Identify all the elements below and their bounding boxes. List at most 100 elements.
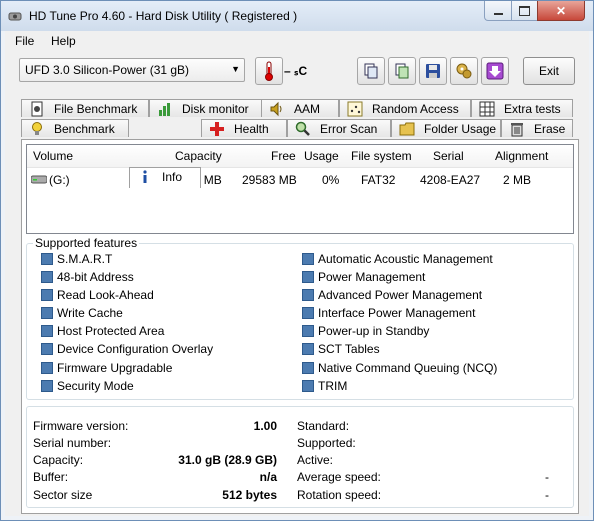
feature-check-icon	[302, 380, 314, 392]
feature-label: Automatic Acoustic Management	[318, 252, 493, 266]
capacity-value: 31.0 gB (28.9 GB)	[178, 453, 277, 467]
table-header: Volume Capacity Free Usage File system S…	[27, 145, 573, 168]
lightbulb-icon	[32, 122, 42, 135]
speaker-icon	[270, 101, 282, 117]
feature-check-icon	[302, 289, 314, 301]
average-speed-label: Average speed:	[297, 470, 381, 484]
copy-text-button[interactable]	[357, 57, 385, 85]
minimize-icon	[493, 12, 503, 15]
close-button[interactable]: ✕	[537, 1, 585, 21]
tab-benchmark[interactable]: Benchmark	[21, 119, 129, 137]
feature-label: Device Configuration Overlay	[57, 342, 214, 356]
cell-usage: 0%	[322, 173, 340, 187]
feature-check-icon	[41, 253, 53, 265]
feature-label: Interface Power Management	[318, 306, 476, 320]
tab-label: AAM	[294, 102, 321, 116]
temperature-readout: – ₛC	[284, 64, 308, 78]
trash-icon	[511, 123, 523, 137]
tab-label: Benchmark	[54, 122, 115, 136]
feature-label: Advanced Power Management	[318, 288, 483, 302]
feature-label: S.M.A.R.T	[57, 252, 113, 266]
tab-folder-usage[interactable]: Folder Usage	[391, 119, 501, 137]
save-button[interactable]	[419, 57, 447, 85]
tab-error-scan[interactable]: Error Scan	[287, 119, 391, 137]
copy-image-icon	[395, 63, 409, 79]
feature-label: 48-bit Address	[57, 270, 134, 284]
column-header-file-system[interactable]: File system	[351, 149, 412, 163]
feature-check-icon	[41, 380, 53, 392]
info-panel: Volume Capacity Free Usage File system S…	[21, 139, 579, 514]
close-icon: ✕	[555, 3, 567, 18]
column-header-free[interactable]: Free	[271, 149, 296, 163]
toolbar: UFD 3.0 Silicon-Power (31 gB) ▼ – ₛC Exi…	[5, 51, 589, 95]
tab-random-access[interactable]: Random Access	[339, 99, 471, 117]
file-benchmark-icon	[31, 101, 43, 117]
cell-free: 29583 MB	[242, 173, 297, 187]
feature-label: Power-up in Standby	[318, 324, 430, 338]
download-arrow-icon	[486, 62, 504, 80]
firmware-value: 1.00	[253, 419, 277, 433]
tab-erase[interactable]: Erase	[501, 119, 573, 137]
gears-icon	[456, 63, 472, 79]
rotation-speed-value: -	[545, 488, 549, 502]
standard-label: Standard:	[297, 419, 350, 433]
supported-features-legend: Supported features	[33, 236, 140, 250]
menu-help[interactable]: Help	[51, 34, 76, 48]
maximize-button[interactable]	[511, 1, 538, 21]
sector-size-label: Sector size	[33, 488, 93, 502]
supported-label: Supported:	[297, 436, 356, 450]
buffer-label: Buffer:	[33, 470, 69, 484]
tab-label: Error Scan	[320, 122, 378, 136]
temperature-button[interactable]	[255, 57, 283, 85]
feature-label: Security Mode	[57, 379, 134, 393]
feature-label: Host Protected Area	[57, 324, 165, 338]
feature-check-icon	[41, 289, 53, 301]
cell-file-system: FAT32	[361, 173, 396, 187]
drive-icon	[31, 175, 47, 184]
tab-aam[interactable]: AAM	[261, 99, 339, 117]
tab-disk-monitor[interactable]: Disk monitor	[149, 99, 277, 117]
exit-button[interactable]: Exit	[523, 57, 575, 85]
sector-size-value: 512 bytes	[222, 488, 277, 502]
options-button[interactable]	[450, 57, 478, 85]
column-header-serial[interactable]: Serial	[433, 149, 464, 163]
tab-extra-tests[interactable]: Extra tests	[471, 99, 573, 117]
feature-label: Firmware Upgradable	[57, 361, 173, 375]
feature-label: Read Look-Ahead	[57, 288, 154, 302]
menu-file[interactable]: File	[15, 34, 34, 48]
column-header-usage[interactable]: Usage	[304, 149, 339, 163]
tab-info[interactable]: Info	[129, 167, 201, 188]
rotation-speed-label: Rotation speed:	[297, 488, 382, 502]
feature-check-icon	[302, 307, 314, 319]
feature-check-icon	[41, 325, 53, 337]
copy-screenshot-button[interactable]	[388, 57, 416, 85]
drive-select-value: UFD 3.0 Silicon-Power (31 gB)	[25, 63, 190, 77]
app-window: HD Tune Pro 4.60 - Hard Disk Utility ( R…	[0, 0, 594, 521]
volume-table[interactable]: Volume Capacity Free Usage File system S…	[26, 144, 574, 234]
column-header-volume[interactable]: Volume	[33, 149, 73, 163]
tab-health[interactable]: Health	[201, 119, 287, 137]
tab-label: Extra tests	[504, 102, 561, 116]
feature-check-icon	[302, 343, 314, 355]
tab-strip: File Benchmark Disk monitor AAM Random A…	[5, 99, 589, 188]
bar-chart-icon	[159, 103, 170, 116]
thermometer-icon	[265, 61, 273, 81]
column-header-capacity[interactable]: Capacity	[175, 149, 222, 163]
tab-label: Folder Usage	[424, 122, 497, 136]
drive-select[interactable]: UFD 3.0 Silicon-Power (31 gB) ▼	[19, 58, 245, 82]
table-row[interactable]: (G:) 29584 MB 29583 MB 0% FAT32 4208-EA2…	[27, 169, 573, 189]
tab-file-benchmark[interactable]: File Benchmark	[21, 99, 149, 117]
cell-serial: 4208-EA27	[420, 173, 481, 187]
grid-icon	[479, 101, 495, 117]
folder-icon	[399, 122, 415, 136]
scatter-icon	[347, 101, 363, 117]
feature-check-icon	[41, 362, 53, 374]
tab-label: Erase	[534, 122, 566, 136]
download-button[interactable]	[481, 57, 509, 85]
app-icon	[8, 12, 22, 21]
minimize-button[interactable]	[484, 1, 512, 21]
tab-label: Random Access	[372, 102, 459, 116]
column-header-alignment[interactable]: Alignment	[495, 149, 548, 163]
title-bar[interactable]: HD Tune Pro 4.60 - Hard Disk Utility ( R…	[1, 1, 593, 31]
feature-label: TRIM	[318, 379, 348, 393]
